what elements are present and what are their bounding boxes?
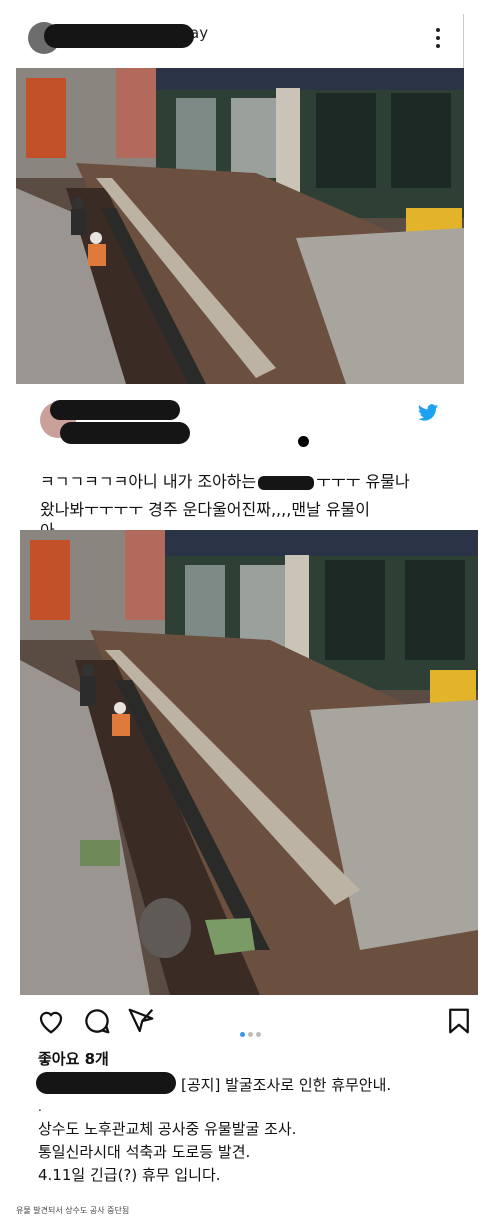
tweet-line-1-start: ㅋㄱㄱㅋㄱㅋ아니 내가 조아하는 (40, 472, 257, 491)
footnote: 유물 발견되서 상수도 공사 중단됨 (16, 1206, 130, 1215)
post-header: ay (0, 0, 500, 74)
comment-icon[interactable] (82, 1006, 112, 1036)
tweet-name-redaction (50, 400, 180, 420)
post-photo-bottom (20, 530, 478, 995)
tweet-line-1-end: ㅜㅜㅜ 유물나 (316, 472, 410, 491)
caption-line: 상수도 노후관교체 공사중 유물발굴 조사. (38, 1120, 297, 1138)
twitter-bird-icon[interactable] (416, 402, 440, 424)
share-icon[interactable] (126, 1006, 156, 1036)
caption-notice: [공지] 발굴조사로 인한 휴무안내. (181, 1076, 392, 1094)
bookmark-icon[interactable] (444, 1006, 474, 1036)
heart-icon[interactable] (36, 1006, 66, 1036)
carousel-indicator (240, 1022, 264, 1041)
caption-body: 상수도 노후관교체 공사중 유물발굴 조사. 통일신라시대 석축과 도로등 발견… (38, 1118, 296, 1187)
carousel-dot-active (240, 1032, 245, 1037)
caption-line: 통일신라시대 석축과 도로등 발견. (38, 1143, 251, 1161)
username-redaction (44, 24, 194, 48)
more-options-icon[interactable] (430, 26, 446, 50)
carousel-dot (248, 1032, 253, 1037)
tweet-line-1: ㅋㄱㄱㅋㄱㅋ아니 내가 조아하는 ㅜㅜㅜ 유물나 (40, 468, 460, 496)
post-actions (0, 1006, 500, 1042)
divider (463, 14, 464, 74)
tweet-redaction (258, 475, 315, 490)
caption-dot: . (38, 1100, 42, 1114)
like-count[interactable]: 좋아요 8개 (38, 1048, 109, 1069)
tweet-line-2: 왔나봐ㅜㅜㅜㅜ 경주 운다울어진짜,,,,맨날 유물이 (40, 500, 371, 519)
caption-username-redaction (36, 1072, 176, 1094)
tweet-handle-redaction (60, 422, 190, 444)
carousel-dot (256, 1032, 261, 1037)
post-photo-top (16, 68, 464, 384)
caption-line: 4.11일 긴급(?) 휴무 입니다. (38, 1166, 221, 1184)
tweet-text: ㅋㄱㄱㅋㄱㅋ아니 내가 조아하는 ㅜㅜㅜ 유물나 왔나봐ㅜㅜㅜㅜ 경주 운다울어진… (40, 468, 460, 524)
bullet-dot (298, 436, 309, 447)
